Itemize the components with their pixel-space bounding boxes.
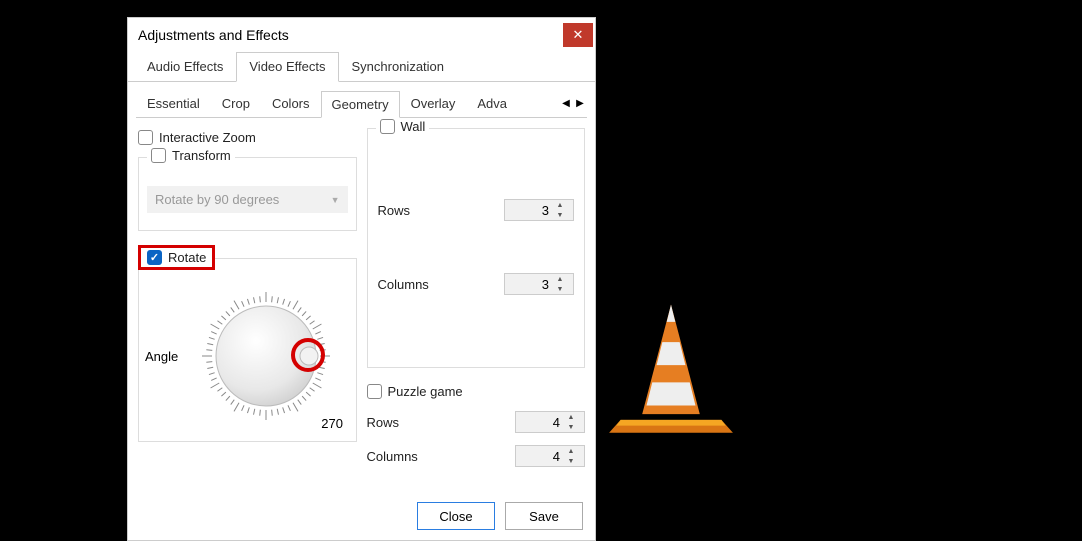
angle-label: Angle xyxy=(145,349,187,364)
wall-cols-spinner[interactable]: ▲ ▼ xyxy=(504,273,574,295)
puzzle-rows-down-icon[interactable]: ▼ xyxy=(564,422,578,432)
wall-cols-label: Columns xyxy=(378,277,429,292)
puzzle-rows-up-icon[interactable]: ▲ xyxy=(564,412,578,422)
dial-indicator xyxy=(300,347,318,365)
subtab-colors[interactable]: Colors xyxy=(261,90,321,117)
wall-rows-spinner[interactable]: ▲ ▼ xyxy=(504,199,574,221)
wall-cols-input[interactable] xyxy=(505,277,553,292)
wall-cols-up-icon[interactable]: ▲ xyxy=(553,274,567,284)
sub-tabs: Essential Crop Colors Geometry Overlay A… xyxy=(136,90,587,118)
wall-label: Wall xyxy=(401,119,426,134)
subtab-essential[interactable]: Essential xyxy=(136,90,211,117)
puzzle-cols-down-icon[interactable]: ▼ xyxy=(564,456,578,466)
puzzle-rows-spinner[interactable]: ▲ ▼ xyxy=(515,411,585,433)
rotate-header-highlight: Rotate xyxy=(138,245,215,270)
puzzle-group: Puzzle game Rows ▲ ▼ Columns xyxy=(367,384,586,473)
tab-video-effects[interactable]: Video Effects xyxy=(236,52,338,82)
subtab-geometry[interactable]: Geometry xyxy=(321,91,400,118)
close-button[interactable]: Close xyxy=(417,502,495,530)
puzzle-cols-label: Columns xyxy=(367,449,418,464)
subtab-prev-icon[interactable]: ◀ xyxy=(559,94,573,114)
interactive-zoom-checkbox[interactable] xyxy=(138,130,153,145)
wall-rows-input[interactable] xyxy=(505,203,553,218)
interactive-zoom-row: Interactive Zoom xyxy=(138,128,357,147)
dialog-buttons: Close Save xyxy=(128,492,595,540)
angle-value: 270 xyxy=(321,416,343,431)
titlebar: Adjustments and Effects ✕ xyxy=(128,18,595,52)
transform-dropdown-value: Rotate by 90 degrees xyxy=(155,192,279,207)
close-icon[interactable]: ✕ xyxy=(563,23,593,47)
save-button[interactable]: Save xyxy=(505,502,583,530)
chevron-down-icon: ▼ xyxy=(331,195,340,205)
dial-svg xyxy=(191,281,341,431)
subtab-overlay[interactable]: Overlay xyxy=(400,90,467,117)
transform-dropdown[interactable]: Rotate by 90 degrees ▼ xyxy=(147,186,348,213)
puzzle-rows-label: Rows xyxy=(367,415,400,430)
puzzle-cols-spinner[interactable]: ▲ ▼ xyxy=(515,445,585,467)
rotate-label: Rotate xyxy=(168,250,206,265)
wall-cols-down-icon[interactable]: ▼ xyxy=(553,284,567,294)
wall-rows-up-icon[interactable]: ▲ xyxy=(553,200,567,210)
dialog-title: Adjustments and Effects xyxy=(138,27,289,43)
geometry-panel: Interactive Zoom Transform Rotate by 90 … xyxy=(128,118,595,492)
transform-label: Transform xyxy=(172,148,231,163)
puzzle-rows-input[interactable] xyxy=(516,415,564,430)
angle-dial[interactable]: 270 xyxy=(191,281,341,431)
adjustments-effects-dialog: Adjustments and Effects ✕ Audio Effects … xyxy=(127,17,596,541)
transform-checkbox[interactable] xyxy=(151,148,166,163)
wall-rows-label: Rows xyxy=(378,203,411,218)
vlc-cone-icon xyxy=(599,296,743,440)
interactive-zoom-label: Interactive Zoom xyxy=(159,130,256,145)
tab-audio-effects[interactable]: Audio Effects xyxy=(134,52,236,81)
main-tabs: Audio Effects Video Effects Synchronizat… xyxy=(128,52,595,82)
subtab-advanced[interactable]: Adva xyxy=(466,90,518,117)
wall-group: Wall Rows ▲ ▼ Columns xyxy=(367,128,586,368)
subtab-next-icon[interactable]: ▶ xyxy=(573,94,587,114)
puzzle-cols-input[interactable] xyxy=(516,449,564,464)
puzzle-label: Puzzle game xyxy=(388,384,463,399)
puzzle-cols-up-icon[interactable]: ▲ xyxy=(564,446,578,456)
rotate-group: Angle xyxy=(138,258,357,442)
rotate-checkbox[interactable] xyxy=(147,250,162,265)
wall-rows-down-icon[interactable]: ▼ xyxy=(553,210,567,220)
tab-synchronization[interactable]: Synchronization xyxy=(339,52,458,81)
subtab-crop[interactable]: Crop xyxy=(211,90,261,117)
wall-checkbox[interactable] xyxy=(380,119,395,134)
transform-group: Transform Rotate by 90 degrees ▼ xyxy=(138,157,357,231)
puzzle-checkbox[interactable] xyxy=(367,384,382,399)
